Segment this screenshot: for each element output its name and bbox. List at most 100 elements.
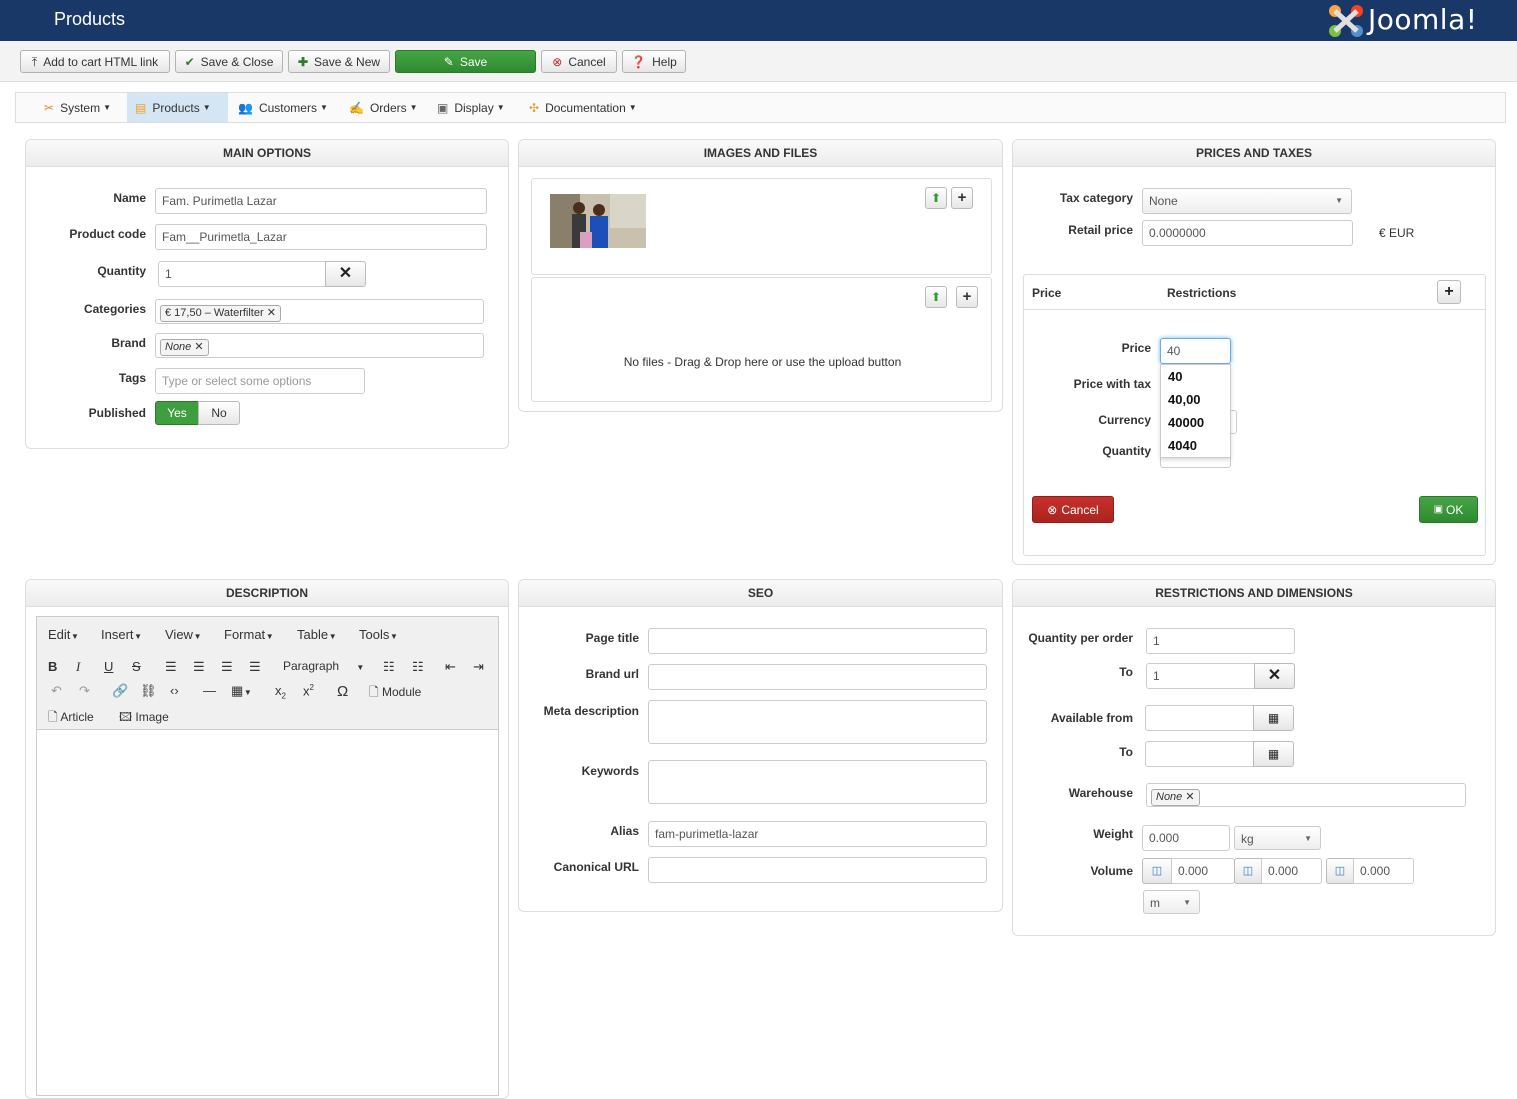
autocomplete-option[interactable]: 4040 bbox=[1161, 434, 1230, 457]
strikethrough-icon[interactable]: S bbox=[132, 659, 141, 674]
editor-content-area[interactable] bbox=[37, 731, 498, 1095]
align-justify-icon[interactable]: ☰ bbox=[249, 659, 261, 675]
save-new-button[interactable]: ✚ Save & New bbox=[288, 50, 390, 73]
volume-length-input[interactable]: 0.000 bbox=[1171, 858, 1235, 884]
tags-input[interactable]: Type or select some options bbox=[155, 368, 365, 394]
subscript-icon[interactable]: x2 bbox=[275, 683, 286, 701]
code-icon[interactable]: ‹› bbox=[170, 683, 179, 698]
cancel-button[interactable]: ⊗ Cancel bbox=[541, 50, 617, 73]
clear-quantity-button[interactable]: ✕ bbox=[325, 261, 366, 287]
module-button[interactable]: 🗋 Module bbox=[369, 683, 421, 704]
link-icon[interactable]: 🔗 bbox=[112, 683, 128, 699]
published-no-toggle[interactable]: No bbox=[198, 401, 240, 425]
article-button[interactable]: 🗋 Article bbox=[48, 708, 94, 729]
editor-menu-edit[interactable]: Edit ▼ bbox=[48, 627, 79, 642]
upload-image-button[interactable]: ⬆ bbox=[925, 187, 947, 209]
category-chip[interactable]: € 17,50 – Waterfilter ✕ bbox=[160, 305, 281, 322]
autocomplete-option[interactable]: 40000 bbox=[1161, 411, 1230, 434]
retail-price-input[interactable]: 0.0000000 bbox=[1142, 220, 1353, 246]
menu-display[interactable]: ▣ Display ▼ bbox=[429, 93, 513, 122]
brand-select[interactable]: None ✕ bbox=[155, 333, 484, 358]
warehouse-select[interactable]: None ✕ bbox=[1146, 783, 1466, 807]
menu-customers[interactable]: 👥 Customers ▼ bbox=[230, 93, 336, 122]
remove-icon[interactable]: ✕ bbox=[1185, 791, 1194, 803]
image-button[interactable]: 🖾 Image bbox=[119, 708, 169, 729]
italic-icon[interactable]: I bbox=[76, 659, 80, 675]
quantity-to-input[interactable]: 1 bbox=[1146, 663, 1255, 689]
published-yes-toggle[interactable]: Yes bbox=[155, 401, 199, 425]
product-thumbnail[interactable] bbox=[550, 194, 646, 248]
superscript-icon[interactable]: x2 bbox=[303, 683, 314, 698]
editor-menu-view[interactable]: View ▼ bbox=[165, 627, 202, 642]
bold-icon[interactable]: B bbox=[48, 659, 57, 674]
brand-url-input[interactable] bbox=[648, 664, 987, 690]
underline-icon[interactable]: U bbox=[104, 659, 113, 674]
paragraph-select[interactable]: Paragraph ▼ bbox=[283, 659, 364, 673]
bullet-list-icon[interactable]: ☷ bbox=[383, 659, 395, 675]
editor-menu-table[interactable]: Table ▼ bbox=[297, 627, 337, 642]
available-to-input[interactable] bbox=[1145, 741, 1254, 767]
table-icon[interactable]: ▦ ▼ bbox=[231, 683, 252, 699]
image-dropzone[interactable]: ⬆ + bbox=[531, 178, 992, 275]
add-to-cart-link-button[interactable]: ⤒ Add to cart HTML link bbox=[20, 50, 170, 73]
tax-category-select[interactable]: None ▼ bbox=[1142, 188, 1352, 214]
autocomplete-option[interactable]: 40,00 bbox=[1161, 388, 1230, 411]
save-button[interactable]: ✎ Save bbox=[395, 50, 536, 73]
alias-input[interactable]: fam-purimetla-lazar bbox=[648, 821, 987, 847]
upload-file-button[interactable]: ⬆ bbox=[925, 286, 947, 308]
undo-icon[interactable]: ↶ bbox=[51, 683, 62, 699]
add-price-button[interactable]: + bbox=[1437, 280, 1461, 304]
align-center-icon[interactable]: ☰ bbox=[193, 659, 205, 675]
horizontal-rule-icon[interactable]: — bbox=[203, 683, 216, 698]
product-code-input[interactable]: Fam__Purimetla_Lazar bbox=[155, 224, 487, 250]
autocomplete-option[interactable]: 40 bbox=[1161, 365, 1230, 388]
quantity-per-order-input[interactable]: 1 bbox=[1146, 628, 1295, 654]
save-close-button[interactable]: ✔ Save & Close bbox=[175, 50, 283, 73]
redo-icon[interactable]: ↷ bbox=[79, 683, 90, 699]
align-left-icon[interactable]: ☰ bbox=[165, 659, 177, 675]
price-input[interactable]: 40 bbox=[1160, 338, 1231, 364]
categories-select[interactable]: € 17,50 – Waterfilter ✕ bbox=[155, 299, 484, 324]
brand-chip[interactable]: None ✕ bbox=[160, 339, 209, 356]
volume-label: Volume bbox=[1090, 864, 1133, 878]
weight-input[interactable]: 0.000 bbox=[1142, 825, 1230, 851]
warehouse-chip[interactable]: None ✕ bbox=[1151, 789, 1200, 806]
price-ok-button[interactable]: ▣ OK bbox=[1419, 496, 1478, 523]
canonical-url-input[interactable] bbox=[648, 857, 987, 883]
editor-menu-insert[interactable]: Insert ▼ bbox=[101, 627, 142, 642]
unlink-icon[interactable]: ⛓ bbox=[140, 683, 157, 699]
outdent-icon[interactable]: ⇤ bbox=[445, 659, 456, 675]
volume-unit-select[interactable]: m ▼ bbox=[1143, 890, 1200, 914]
keywords-textarea[interactable] bbox=[648, 760, 987, 804]
add-image-button[interactable]: + bbox=[951, 187, 973, 209]
menu-documentation[interactable]: ✣ Documentation ▼ bbox=[521, 93, 645, 122]
menu-system[interactable]: ✂ System ▼ bbox=[36, 93, 119, 122]
remove-icon[interactable]: ✕ bbox=[267, 307, 276, 319]
clear-quantity-to-button[interactable]: ✕ bbox=[1254, 663, 1295, 689]
editor-menu-format[interactable]: Format ▼ bbox=[224, 627, 274, 642]
editor-menu-tools[interactable]: Tools ▼ bbox=[359, 627, 398, 642]
volume-width-input[interactable]: 0.000 bbox=[1261, 858, 1322, 884]
help-button[interactable]: ❓ Help bbox=[622, 50, 686, 73]
indent-icon[interactable]: ⇥ bbox=[473, 659, 484, 675]
category-chip-label: € 17,50 – Waterfilter bbox=[165, 307, 264, 319]
numbered-list-icon[interactable]: ☷ bbox=[412, 659, 424, 675]
menu-products[interactable]: ▤ Products ▼ bbox=[127, 93, 228, 122]
weight-unit-select[interactable]: kg ▼ bbox=[1234, 826, 1321, 850]
caret-down-icon: ▼ bbox=[496, 103, 505, 112]
menu-orders[interactable]: ✍ Orders ▼ bbox=[341, 93, 426, 122]
volume-height-input[interactable]: 0.000 bbox=[1353, 858, 1414, 884]
price-cancel-button[interactable]: ⊗ Cancel bbox=[1032, 496, 1114, 523]
add-file-button[interactable]: + bbox=[956, 286, 978, 308]
quantity-input[interactable]: 1 bbox=[158, 261, 326, 287]
available-from-input[interactable] bbox=[1145, 705, 1254, 731]
name-input[interactable]: Fam. Purimetla Lazar bbox=[155, 188, 487, 214]
files-dropzone[interactable]: ⬆ + No files - Drag & Drop here or use t… bbox=[531, 277, 992, 402]
available-from-calendar-button[interactable]: ▦ bbox=[1253, 705, 1294, 731]
page-title-input[interactable] bbox=[648, 628, 987, 654]
special-char-icon[interactable]: Ω bbox=[337, 683, 348, 700]
meta-description-textarea[interactable] bbox=[648, 700, 987, 744]
available-to-calendar-button[interactable]: ▦ bbox=[1253, 741, 1294, 767]
align-right-icon[interactable]: ☰ bbox=[221, 659, 233, 675]
remove-icon[interactable]: ✕ bbox=[194, 341, 203, 353]
